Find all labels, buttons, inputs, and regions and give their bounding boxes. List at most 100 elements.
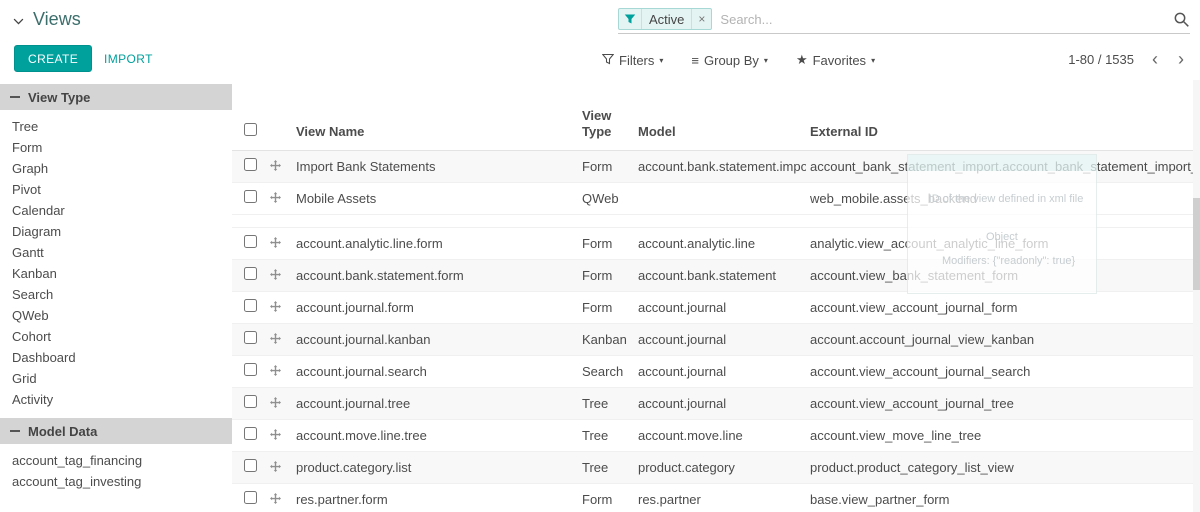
drag-handle-icon[interactable] <box>270 397 281 408</box>
row-checkbox[interactable] <box>244 395 257 408</box>
row-checkbox[interactable] <box>244 331 257 344</box>
drag-handle-icon[interactable] <box>270 301 281 312</box>
row-drag-cell[interactable] <box>266 324 292 356</box>
row-checkbox[interactable] <box>244 491 257 504</box>
row-checkbox[interactable] <box>244 190 257 203</box>
sidebar-item[interactable]: Pivot <box>0 179 232 200</box>
row-select-cell[interactable] <box>232 484 266 512</box>
table-row[interactable]: res.partner.formFormres.partnerbase.view… <box>232 484 1200 512</box>
table-row[interactable]: Mobile AssetsQWebweb_mobile.assets_backe… <box>232 183 1200 215</box>
row-select-cell[interactable] <box>232 388 266 420</box>
row-model: account.bank.statement.import <box>634 151 806 183</box>
table-row[interactable]: account.journal.searchSearchaccount.jour… <box>232 356 1200 388</box>
sidebar-item[interactable]: Form <box>0 137 232 158</box>
row-drag-cell[interactable] <box>266 356 292 388</box>
column-header-view-name[interactable]: View Name <box>292 80 578 151</box>
row-select-cell[interactable] <box>232 324 266 356</box>
table-row[interactable]: account.journal.kanbanKanbanaccount.jour… <box>232 324 1200 356</box>
pager-next-button[interactable]: › <box>1176 50 1186 68</box>
drag-handle-icon[interactable] <box>270 269 281 280</box>
row-select-cell[interactable] <box>232 151 266 183</box>
search-icon[interactable] <box>1173 11 1190 28</box>
table-row[interactable]: product.category.listTreeproduct.categor… <box>232 452 1200 484</box>
drag-handle-icon[interactable] <box>270 461 281 472</box>
table-row[interactable]: account.journal.treeTreeaccount.journala… <box>232 388 1200 420</box>
row-checkbox[interactable] <box>244 158 257 171</box>
drag-handle-icon[interactable] <box>270 365 281 376</box>
table-row[interactable]: account.analytic.line.formFormaccount.an… <box>232 228 1200 260</box>
row-checkbox[interactable] <box>244 459 257 472</box>
table-header-row: View Name View Type Model External ID <box>232 80 1200 151</box>
row-model: account.journal <box>634 292 806 324</box>
sidebar-item[interactable]: QWeb <box>0 305 232 326</box>
facet-remove-icon[interactable]: × <box>691 9 711 29</box>
table-row[interactable]: account.bank.statement.formFormaccount.b… <box>232 260 1200 292</box>
row-select-cell[interactable] <box>232 420 266 452</box>
row-drag-cell[interactable] <box>266 420 292 452</box>
sidebar-item[interactable]: Kanban <box>0 263 232 284</box>
create-button[interactable]: CREATE <box>14 45 92 72</box>
sidebar-item[interactable]: Dashboard <box>0 347 232 368</box>
drag-handle-icon[interactable] <box>270 237 281 248</box>
sidebar-item[interactable]: Search <box>0 284 232 305</box>
row-checkbox[interactable] <box>244 427 257 440</box>
row-checkbox[interactable] <box>244 363 257 376</box>
sidebar-item[interactable]: Cohort <box>0 326 232 347</box>
row-select-cell[interactable] <box>232 356 266 388</box>
drag-handle-icon[interactable] <box>270 333 281 344</box>
row-checkbox[interactable] <box>244 267 257 280</box>
row-model: account.journal <box>634 388 806 420</box>
row-drag-cell[interactable] <box>266 151 292 183</box>
row-select-cell[interactable] <box>232 260 266 292</box>
select-all-cell[interactable] <box>232 80 266 151</box>
sidebar-item[interactable]: Grid <box>0 368 232 389</box>
drag-handle-icon[interactable] <box>270 192 281 203</box>
table-row[interactable]: account.move.line.treeTreeaccount.move.l… <box>232 420 1200 452</box>
search-input[interactable] <box>720 12 1167 27</box>
row-drag-cell[interactable] <box>266 260 292 292</box>
import-button[interactable]: IMPORT <box>96 45 161 72</box>
row-select-cell[interactable] <box>232 228 266 260</box>
sidebar-section-header[interactable]: View Type <box>0 84 232 110</box>
sidebar-item[interactable]: Diagram <box>0 221 232 242</box>
row-select-cell[interactable] <box>232 452 266 484</box>
search-bar[interactable]: Active × <box>618 7 1190 34</box>
column-header-model[interactable]: Model <box>634 80 806 151</box>
favorites-dropdown[interactable]: ★ Favorites ▾ <box>796 52 875 68</box>
row-drag-cell[interactable] <box>266 484 292 512</box>
row-select-cell[interactable] <box>232 183 266 215</box>
sidebar-item[interactable]: Tree <box>0 116 232 137</box>
sidebar-item[interactable]: account_tag_investing <box>0 471 232 492</box>
row-drag-cell[interactable] <box>266 388 292 420</box>
row-drag-cell[interactable] <box>266 183 292 215</box>
row-view-type: Form <box>578 292 634 324</box>
drag-handle-icon[interactable] <box>270 160 281 171</box>
row-drag-cell[interactable] <box>266 292 292 324</box>
row-checkbox[interactable] <box>244 235 257 248</box>
row-checkbox[interactable] <box>244 299 257 312</box>
table-row[interactable]: account.journal.formFormaccount.journala… <box>232 292 1200 324</box>
row-drag-cell[interactable] <box>266 228 292 260</box>
drag-handle-icon[interactable] <box>270 429 281 440</box>
sidebar-section-header[interactable]: Model Data <box>0 418 232 444</box>
row-select-cell[interactable] <box>232 292 266 324</box>
drag-handle-icon[interactable] <box>270 493 281 504</box>
row-view-name: account.bank.statement.form <box>292 260 578 292</box>
scrollbar-thumb[interactable] <box>1193 198 1200 290</box>
sidebar-item[interactable]: Graph <box>0 158 232 179</box>
sidebar-item[interactable]: Calendar <box>0 200 232 221</box>
pager-previous-button[interactable]: ‹ <box>1150 50 1160 68</box>
vertical-scrollbar[interactable] <box>1193 80 1200 512</box>
filters-dropdown[interactable]: Filters ▾ <box>602 53 663 68</box>
table-row[interactable]: Import Bank StatementsFormaccount.bank.s… <box>232 151 1200 183</box>
sidebar-item[interactable]: Gantt <box>0 242 232 263</box>
select-all-checkbox[interactable] <box>244 123 257 136</box>
group-by-dropdown[interactable]: ≡ Group By ▾ <box>691 53 768 68</box>
breadcrumb-toggle-icon[interactable] <box>12 15 25 28</box>
column-header-view-type[interactable]: View Type <box>578 80 634 151</box>
row-drag-cell[interactable] <box>266 452 292 484</box>
column-header-external-id[interactable]: External ID <box>806 80 1200 151</box>
sidebar-item[interactable]: account_tag_financing <box>0 450 232 471</box>
pager-value[interactable]: 1-80 / 1535 <box>1068 52 1134 67</box>
sidebar-item[interactable]: Activity <box>0 389 232 410</box>
